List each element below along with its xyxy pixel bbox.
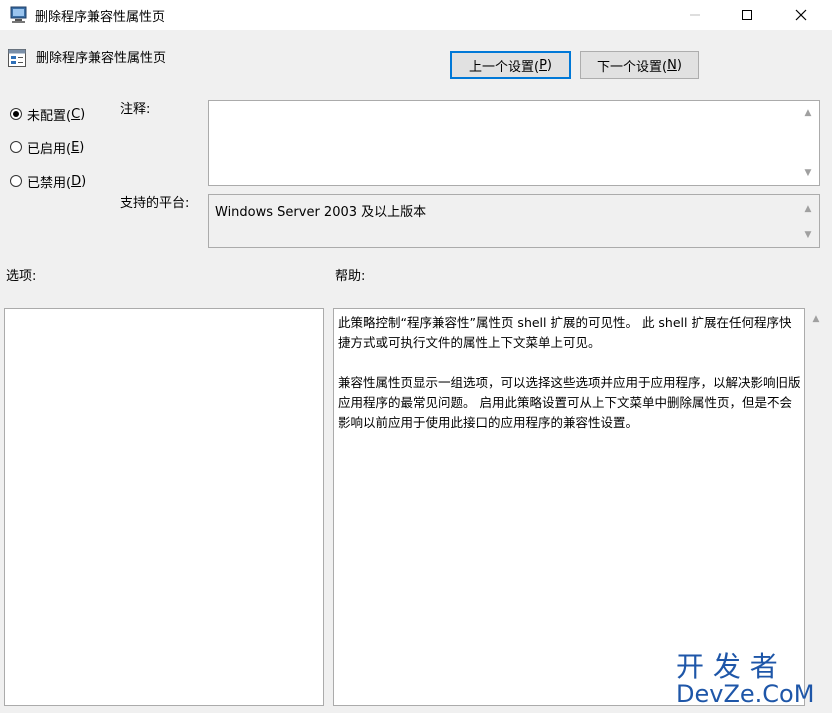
comment-label: 注释: bbox=[120, 102, 151, 117]
previous-setting-accesskey: P bbox=[539, 57, 547, 73]
next-setting-suffix: ) bbox=[676, 57, 682, 73]
radio-disabled[interactable]: 已禁用(D) bbox=[10, 171, 86, 191]
next-setting-button[interactable]: 下一个设置(N) bbox=[580, 51, 699, 79]
radio-suffix: ) bbox=[80, 106, 86, 122]
radio-not-configured[interactable]: 未配置(C) bbox=[10, 104, 85, 124]
radio-accesskey: E bbox=[71, 139, 80, 155]
scroll-up-icon[interactable]: ▲ bbox=[801, 203, 815, 215]
watermark-logo: 开 发 者 DevZe.CoM bbox=[676, 648, 826, 708]
help-text: 此策略控制“程序兼容性”属性页 shell 扩展的可见性。 此 shell 扩展… bbox=[338, 313, 802, 453]
supported-platform-value: Windows Server 2003 及以上版本 bbox=[215, 205, 427, 220]
radio-accesskey: C bbox=[71, 106, 81, 122]
watermark-line2: DevZe.CoM bbox=[676, 680, 814, 708]
close-button[interactable] bbox=[778, 0, 824, 30]
options-label: 选项: bbox=[6, 269, 37, 284]
app-icon bbox=[9, 6, 29, 24]
minimize-icon bbox=[690, 14, 700, 16]
radio-enabled[interactable]: 已启用(E) bbox=[10, 137, 84, 157]
supported-platform-field: Windows Server 2003 及以上版本 ▲ ▼ bbox=[208, 194, 820, 248]
radio-circle bbox=[10, 141, 22, 153]
next-setting-label: 下一个设置( bbox=[597, 59, 668, 75]
window-title: 删除程序兼容性属性页 bbox=[35, 10, 166, 25]
radio-suffix: ) bbox=[81, 173, 87, 189]
radio-circle bbox=[10, 175, 22, 187]
radio-label: 已禁用( bbox=[27, 175, 72, 191]
help-label: 帮助: bbox=[335, 269, 366, 284]
minimize-button[interactable] bbox=[672, 0, 718, 30]
previous-setting-button[interactable]: 上一个设置(P) bbox=[450, 51, 571, 79]
radio-accesskey: D bbox=[71, 173, 82, 189]
radio-label: 已启用( bbox=[27, 141, 72, 157]
policy-name: 删除程序兼容性属性页 bbox=[36, 51, 167, 66]
scroll-up-icon[interactable]: ▲ bbox=[809, 313, 823, 325]
help-panel: 此策略控制“程序兼容性”属性页 shell 扩展的可见性。 此 shell 扩展… bbox=[333, 308, 805, 706]
comment-input[interactable]: ▲ ▼ bbox=[208, 100, 820, 186]
policy-setting-icon bbox=[8, 49, 26, 67]
help-paragraph: 兼容性属性页显示一组选项，可以选择这些选项并应用于应用程序，以解决影响旧版应用程… bbox=[338, 375, 801, 430]
radio-label: 未配置( bbox=[27, 108, 72, 124]
scroll-down-icon[interactable]: ▼ bbox=[801, 229, 815, 241]
supported-platform-label: 支持的平台: bbox=[120, 196, 190, 211]
options-panel bbox=[4, 308, 324, 706]
help-paragraph: 此策略控制“程序兼容性”属性页 shell 扩展的可见性。 此 shell 扩展… bbox=[338, 315, 792, 350]
radio-suffix: ) bbox=[79, 139, 85, 155]
close-icon bbox=[795, 9, 807, 21]
maximize-icon bbox=[742, 10, 752, 20]
scroll-down-icon[interactable]: ▼ bbox=[801, 167, 815, 179]
maximize-button[interactable] bbox=[724, 0, 770, 30]
previous-setting-label: 上一个设置( bbox=[469, 59, 540, 75]
radio-circle bbox=[10, 108, 22, 120]
scroll-up-icon[interactable]: ▲ bbox=[801, 107, 815, 119]
previous-setting-suffix: ) bbox=[546, 57, 552, 73]
watermark-line1: 开 发 者 bbox=[676, 650, 778, 683]
next-setting-accesskey: N bbox=[667, 57, 677, 73]
